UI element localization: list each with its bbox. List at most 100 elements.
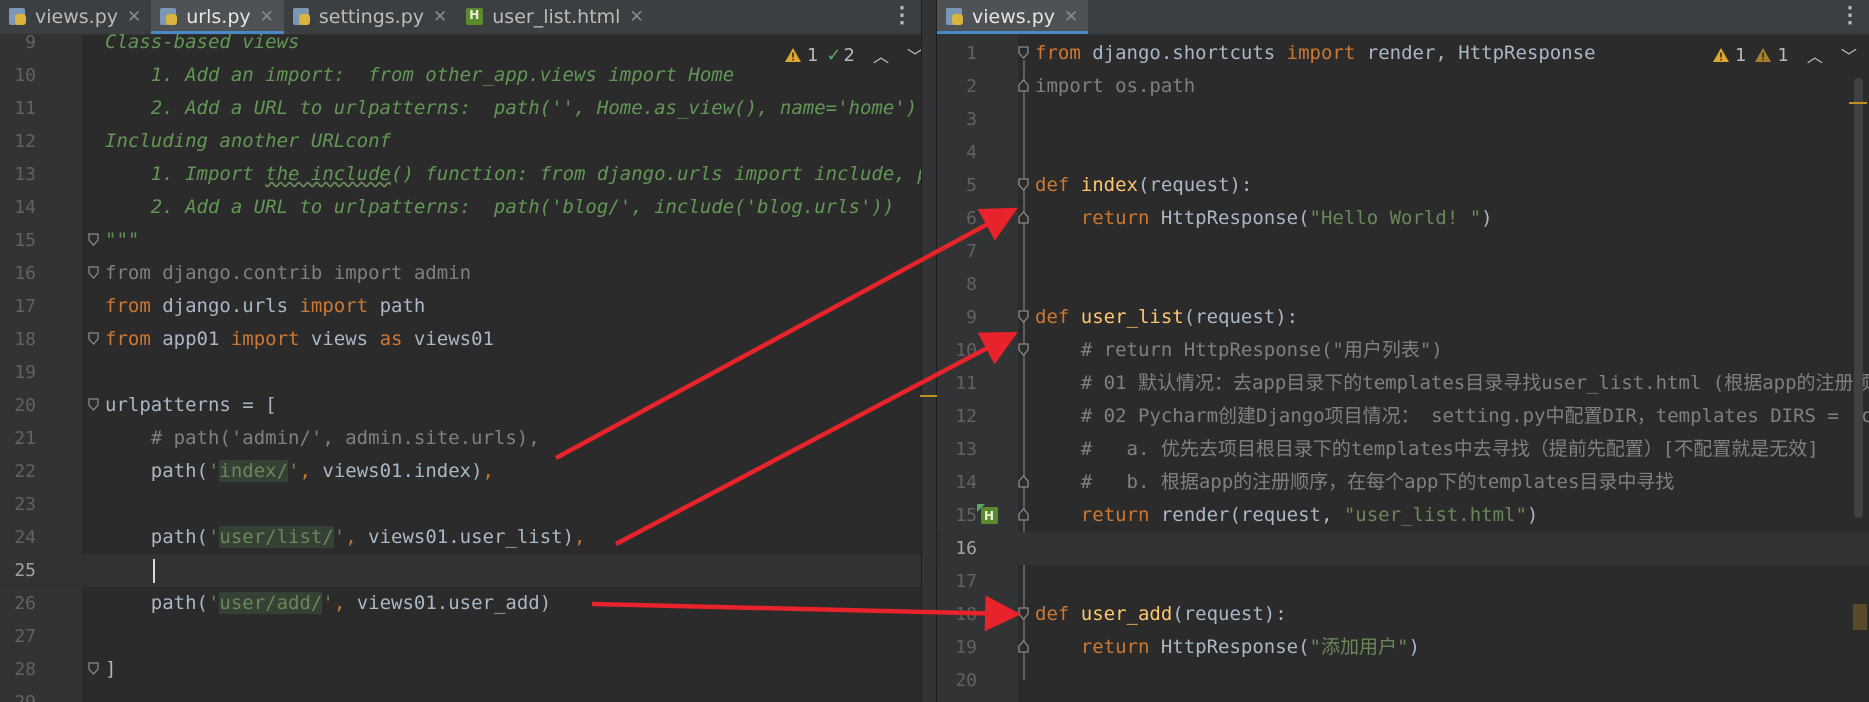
code-line: 10 1. Add an import: from other_app.view… <box>0 59 921 92</box>
fold-start-icon[interactable] <box>1018 310 1029 323</box>
line-number: 15 <box>955 505 977 526</box>
line-number: 1 <box>966 43 977 64</box>
code-text: Class-based views <box>105 31 300 53</box>
warning-count: 1 <box>1735 44 1747 66</box>
close-icon[interactable]: ✕ <box>260 7 274 27</box>
line-number: 28 <box>14 659 36 680</box>
code-token: () function: from django.urls import inc… <box>391 163 921 185</box>
fold-start-icon[interactable] <box>1018 178 1029 191</box>
fold-start-icon[interactable] <box>1018 343 1029 356</box>
url-pattern-index: index/ <box>219 460 289 482</box>
code-token: import <box>230 328 300 350</box>
more-vertical-icon[interactable]: ⋮ <box>1839 3 1861 28</box>
line-number: 17 <box>955 571 977 592</box>
editor-splitter[interactable] <box>920 0 940 702</box>
code-token: , <box>333 592 346 614</box>
text-caret <box>153 559 155 583</box>
close-icon[interactable]: ✕ <box>629 7 643 27</box>
code-token: return <box>1035 207 1150 229</box>
html-template-gutter-icon[interactable]: H <box>977 504 1001 526</box>
chevron-up-icon[interactable]: ︿ <box>873 43 889 67</box>
code-text: 2. Add a URL to urlpatterns: path('', Ho… <box>105 97 918 119</box>
line-number: 18 <box>955 604 977 625</box>
line-number: 3 <box>966 109 977 130</box>
code-line: 15 """ <box>0 224 921 257</box>
code-token: def <box>1035 306 1070 328</box>
line-number: 20 <box>955 670 977 691</box>
tab-views-py[interactable]: views.py ✕ <box>937 0 1089 34</box>
code-text: def user_add(request): <box>1035 598 1287 631</box>
fold-start-icon[interactable] <box>88 398 99 411</box>
code-text: urlpatterns = [ <box>105 394 277 416</box>
chevron-up-icon[interactable]: ︿ <box>1807 43 1823 67</box>
python-file-icon <box>945 7 965 27</box>
tab-label: views.py <box>35 6 118 28</box>
code-token: as <box>379 328 403 350</box>
fold-end-icon[interactable] <box>1018 508 1029 521</box>
line-number: 2 <box>966 76 977 97</box>
code-token: ) <box>1526 504 1539 526</box>
more-vertical-icon[interactable]: ⋮ <box>891 3 913 28</box>
vertical-scrollbar[interactable] <box>1854 78 1863 518</box>
code-text: return render(request, "user_list.html") <box>1035 499 1539 532</box>
python-file-icon <box>8 7 28 27</box>
code-line: 21 # path('admin/', admin.site.urls), <box>0 422 921 455</box>
code-text: import os.path <box>1035 75 1196 97</box>
fold-end-icon[interactable] <box>1018 640 1029 653</box>
code-token: ' <box>207 592 220 614</box>
code-line: 17 <box>937 565 1869 598</box>
code-text: from django.urls import path <box>105 290 425 323</box>
code-token: render(request, <box>1149 504 1344 526</box>
warning-count: 1 <box>807 44 819 66</box>
line-number: 21 <box>14 428 36 449</box>
fold-end-icon[interactable] <box>88 662 99 675</box>
code-text: 1. Add an import: from other_app.views i… <box>105 64 735 86</box>
close-icon[interactable]: ✕ <box>127 7 141 27</box>
code-line: 19 <box>0 356 921 389</box>
line-number: 11 <box>14 98 36 119</box>
code-token: def <box>1035 603 1070 625</box>
code-line: 11 # 01 默认情况：去app目录下的templates目录寻找user_l… <box>937 367 1869 400</box>
close-icon[interactable]: ✕ <box>1064 7 1078 27</box>
code-token: ' <box>333 526 346 548</box>
fold-end-icon[interactable] <box>88 233 99 246</box>
right-editor-tabbar: views.py ✕ ⋮ <box>937 0 1869 35</box>
fold-start-icon[interactable] <box>88 266 99 279</box>
inspection-widget[interactable]: 1 ✓ 2 ︿ ﹀ <box>784 43 921 67</box>
code-token: "user_list.html" <box>1343 504 1527 526</box>
code-line: 9 Class-based views <box>0 26 921 59</box>
fold-start-icon[interactable] <box>1018 46 1029 59</box>
code-comment: # a. 优先去项目根目录下的templates中去寻找（提前先配置）[不配置就… <box>1035 438 1819 460</box>
weak-warning-icon <box>1755 48 1772 62</box>
code-token: (request): <box>1172 603 1287 625</box>
code-line: 13 1. Import the include() function: fro… <box>0 158 921 191</box>
chevron-down-icon[interactable]: ﹀ <box>907 43 921 67</box>
html-file-icon <box>465 7 485 27</box>
code-line: 12 Including another URLconf <box>0 125 921 158</box>
line-number: 27 <box>14 626 36 647</box>
line-number: 19 <box>955 637 977 658</box>
chevron-down-icon[interactable]: ﹀ <box>1841 43 1857 67</box>
line-number: 12 <box>955 406 977 427</box>
fold-end-icon[interactable] <box>1018 211 1029 224</box>
inspection-widget[interactable]: 1 1 ︿ ﹀ <box>1712 43 1865 67</box>
code-token: "Hello World! " <box>1309 207 1482 229</box>
code-text: from app01 import views as views01 <box>105 323 494 356</box>
code-token: from <box>1035 42 1081 64</box>
line-number: 15 <box>14 230 36 251</box>
typo-count: 2 <box>843 44 855 66</box>
line-number: 13 <box>14 164 36 185</box>
line-number: 5 <box>966 175 977 196</box>
line-number: 29 <box>0 686 36 702</box>
left-code-area[interactable]: 9 Class-based views 10 1. Add an import:… <box>0 26 921 702</box>
right-code-area[interactable]: 1 from django.shortcuts import render, H… <box>937 37 1869 702</box>
code-token: ' <box>322 592 334 614</box>
fold-end-icon[interactable] <box>1018 475 1029 488</box>
close-icon[interactable]: ✕ <box>433 7 447 27</box>
fold-start-icon[interactable] <box>1018 607 1029 620</box>
code-line: 23 <box>0 488 921 521</box>
code-line: 17 from django.urls import path <box>0 290 921 323</box>
fold-end-icon[interactable] <box>1018 79 1029 92</box>
fold-end-icon[interactable] <box>88 332 99 345</box>
code-text: return HttpResponse("Hello World! ") <box>1035 202 1493 235</box>
